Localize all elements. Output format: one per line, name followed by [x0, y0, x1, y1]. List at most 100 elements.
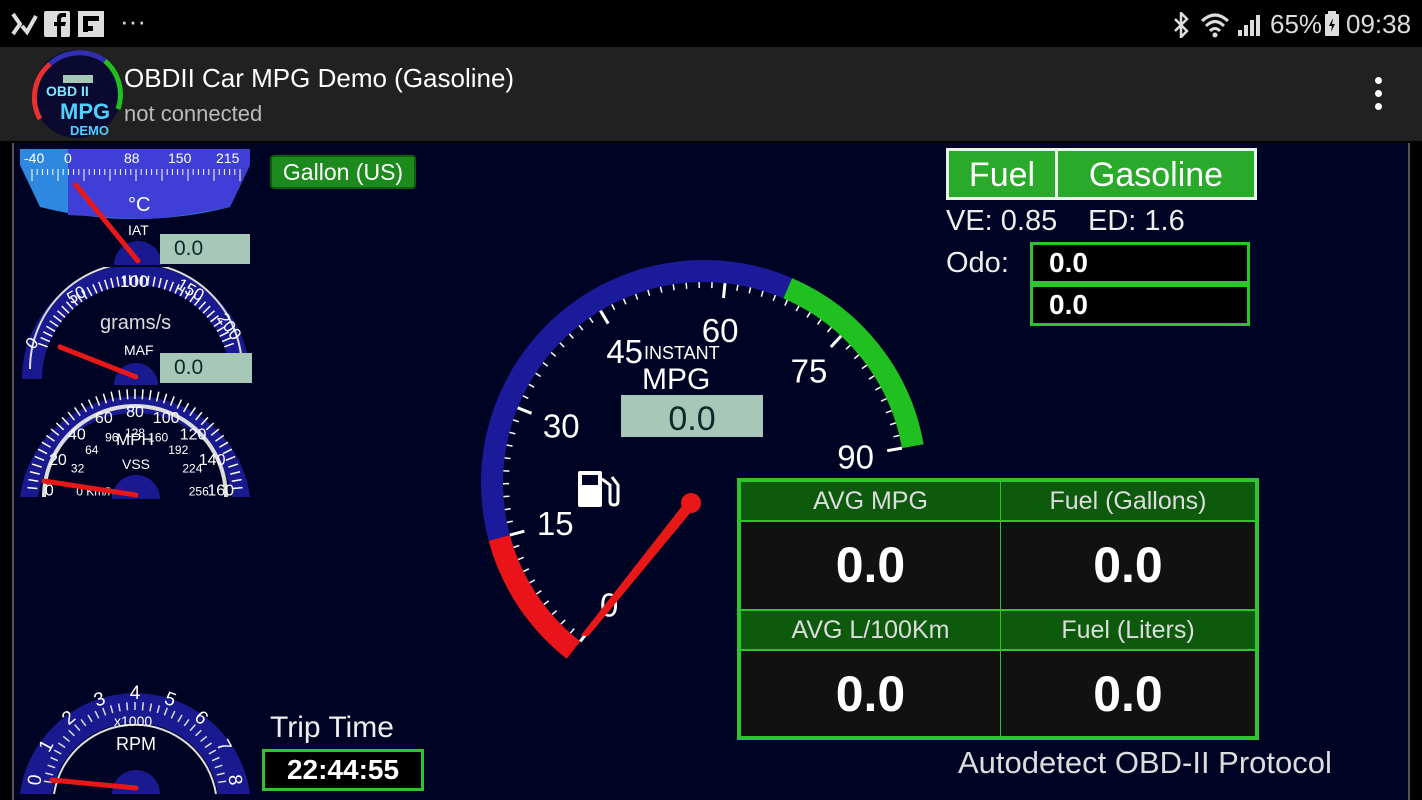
mpg-tick-mark [826, 326, 832, 333]
mpg-arc-segment [488, 534, 581, 659]
mpg-tick-mark [551, 610, 558, 616]
protocol-label: Autodetect OBD-II Protocol [958, 745, 1332, 780]
mpg-tick-mark [829, 334, 843, 348]
mpg-tick-mark [509, 529, 525, 537]
status-bar: ··· 65% 09:38 [0, 0, 1422, 47]
mpg-tick-mark [659, 286, 663, 293]
mpg-tick-mark [504, 508, 511, 511]
mpg-tick-mark [588, 317, 594, 324]
mpg-tick-mark [559, 342, 565, 348]
overflow-menu-icon[interactable] [1362, 71, 1396, 117]
rpm-unit: RPM [116, 734, 156, 754]
mpg-tick-mark [647, 289, 651, 296]
facebook-icon [44, 11, 70, 37]
rpm-gauge: 0123 4 5678 x1000 RPM [20, 683, 250, 794]
iat-tick: 150 [168, 150, 192, 166]
bluetooth-icon [1174, 12, 1189, 38]
iat-label: IAT [128, 222, 149, 238]
signal-icon [1238, 15, 1260, 36]
vss-outer-tick: 100 [153, 410, 180, 427]
mpg-tick-mark [721, 282, 727, 299]
mpg-tick-mark [529, 579, 536, 584]
app-title: OBDII Car MPG Demo (Gasoline) [124, 63, 515, 93]
tick-mark [141, 702, 144, 711]
mpg-label-top: INSTANT [644, 343, 720, 363]
mpg-tick-mark [535, 372, 542, 378]
trip-time: 22:44:55 [262, 749, 424, 791]
vss-outer-tick: 80 [126, 404, 144, 421]
odo-value-1: 0.0 [1030, 242, 1250, 284]
mpg-tick-mark [517, 556, 524, 561]
mpg-tick-mark [845, 344, 851, 350]
mpg-tick-mark [889, 422, 897, 426]
mpg-tick-mark [760, 290, 764, 297]
vss-inner-tick: 256 [189, 484, 209, 498]
mpg-tick-mark [885, 409, 892, 414]
mpg-tick-label: 45 [606, 333, 643, 370]
avg-mpg-label: AVG MPG [740, 481, 1001, 521]
unit-badge[interactable]: Gallon (US) [270, 155, 416, 189]
vss-gauge: 0204060 80 100120140160 0 Km/h326496 128 160… [20, 389, 250, 499]
odo-value-2: 0.0 [1030, 284, 1250, 326]
ed-label: ED: 1.6 [1088, 205, 1185, 237]
vss-outer-tick: 120 [180, 427, 207, 444]
vss-unit: MPH [116, 430, 154, 449]
vss-inner-tick: 192 [168, 443, 188, 457]
fuel-pump-icon [578, 471, 620, 507]
maf-value: 0.0 [160, 353, 252, 383]
maf-label: MAF [124, 342, 154, 358]
tick-mark [27, 486, 38, 490]
fuel-liters-label: Fuel (Liters) [1000, 610, 1256, 650]
mpg-tick-mark [504, 457, 511, 460]
connection-status: not connected [124, 101, 263, 126]
iat-tick: 0 [64, 150, 72, 166]
vss-inner-tick: 224 [182, 462, 202, 476]
logo-line1: OBD II [46, 83, 89, 99]
vss-outer-tick: 0 [45, 483, 54, 499]
mpg-tick-mark [568, 333, 574, 339]
iat-unit: °C [128, 194, 150, 216]
mpg-tick-mark [685, 282, 688, 289]
mpg-tick-mark [748, 287, 752, 294]
fuel-liters-value: 0.0 [1000, 650, 1256, 737]
ve-label: VE: 0.85 [946, 205, 1058, 237]
logo-line3: DEMO [70, 123, 109, 138]
iat-tick: -40 [24, 150, 44, 166]
mpg-needle [580, 501, 696, 636]
vss-outer-tick: 160 [207, 483, 234, 499]
mpg-tick-mark [736, 284, 739, 291]
mpg-tick-label: 75 [791, 352, 828, 389]
tick-mark [126, 389, 129, 400]
mpg-tick-mark [880, 398, 887, 402]
dashboard: -40 0 88 150 215 °C IAT 0.0 Gallon (US) … [12, 143, 1410, 800]
mpg-tick-mark [550, 351, 557, 357]
odo-label: Odo: [946, 247, 1009, 279]
mpg-tick-mark [611, 304, 616, 311]
mpg-needle-tip [681, 493, 701, 513]
mpg-tick-mark [868, 375, 875, 380]
clock: 09:38 [1346, 9, 1412, 39]
app-bar: OBD II MPG DEMO OBDII Car MPG Demo (Gaso… [0, 47, 1422, 141]
vss-label: VSS [122, 456, 150, 472]
mpg-tick-label: 15 [537, 505, 574, 542]
maf-unit: grams/s [100, 312, 171, 334]
mpg-tick-mark [672, 284, 675, 291]
tick-mark [126, 702, 129, 711]
battery-icon [1325, 11, 1339, 36]
mpg-tick-mark [795, 305, 800, 312]
logo-line2: MPG [60, 99, 111, 124]
mpg-tick-mark [875, 386, 882, 391]
mpg-tick-label: 30 [543, 407, 580, 444]
fuel-label: Fuel [946, 148, 1058, 200]
mpg-tick-mark [528, 383, 535, 388]
mpg-tick-mark [543, 600, 550, 606]
iat-tick: 88 [124, 150, 140, 166]
mpg-tick-mark [506, 520, 513, 524]
mpg-tick-mark [522, 395, 529, 400]
vss-inner-tick: 32 [71, 462, 85, 476]
rpm-tick: 4 [130, 683, 141, 704]
mpg-tick-mark [578, 325, 584, 331]
mpg-tick-label: 90 [837, 438, 874, 475]
avg-l100-label: AVG L/100Km [740, 610, 1001, 650]
overflow-notifications: ··· [120, 6, 146, 36]
